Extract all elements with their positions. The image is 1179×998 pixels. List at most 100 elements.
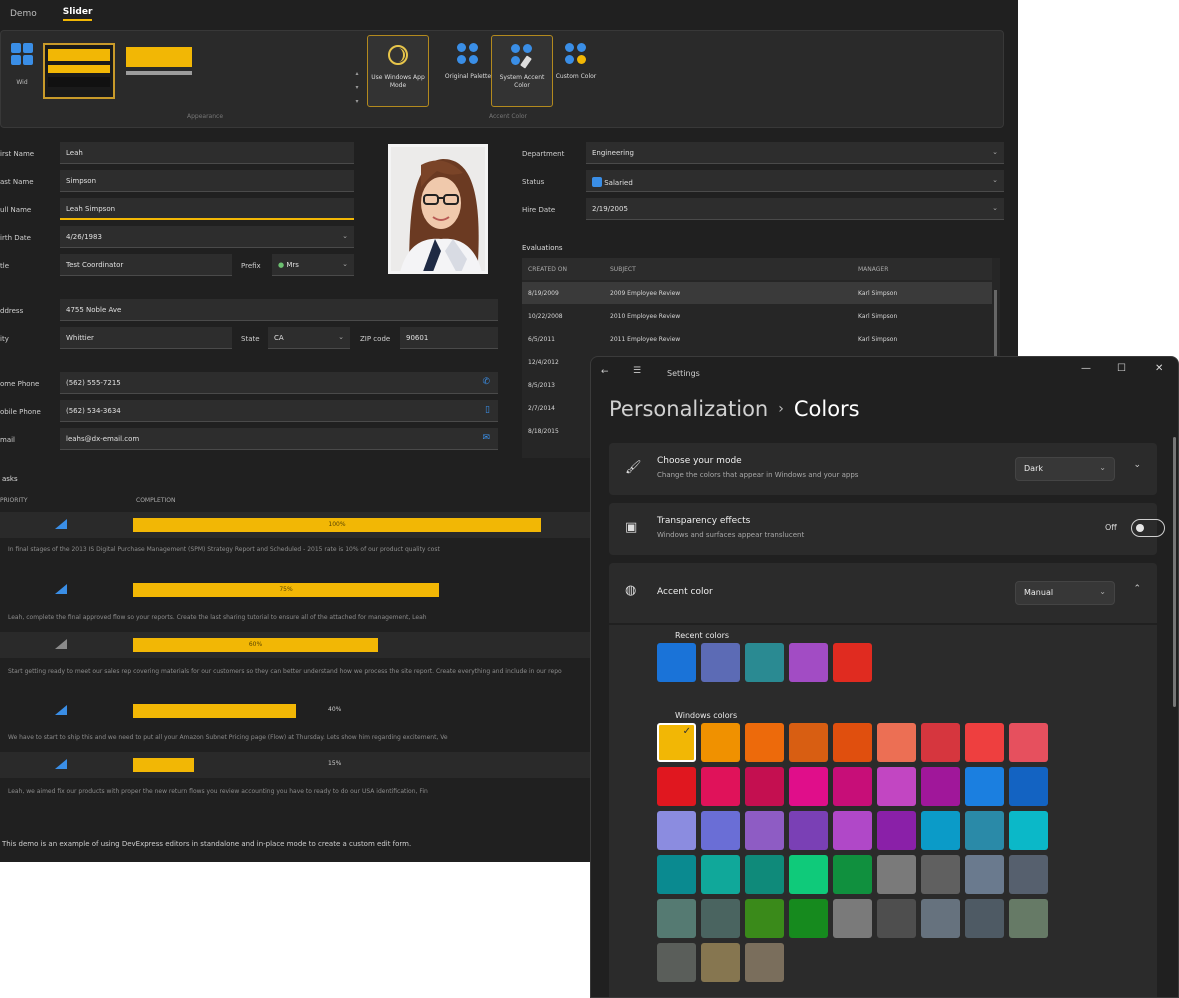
col-subject[interactable]: SUBJECT (610, 266, 636, 273)
windows-color-swatch[interactable] (701, 811, 740, 850)
close-icon[interactable]: ✕ (1155, 363, 1163, 374)
mobile-icon[interactable]: ▯ (485, 405, 490, 415)
windows-color-swatch[interactable] (657, 811, 696, 850)
windows-color-swatch[interactable] (877, 723, 916, 762)
full-name-field[interactable]: Leah Simpson (60, 198, 354, 220)
table-row[interactable]: 8/19/2009 2009 Employee Review Karl Simpso… (522, 282, 992, 304)
windows-color-swatch[interactable] (833, 855, 872, 894)
windows-color-swatch[interactable] (965, 767, 1004, 806)
chevron-down-icon[interactable]: ⌄ (342, 232, 348, 240)
palette-expand[interactable]: ▾ (353, 95, 361, 109)
windows-color-swatch[interactable] (789, 811, 828, 850)
windows-color-swatch[interactable] (833, 899, 872, 938)
use-windows-app-mode-button[interactable]: Use Windows App Mode (367, 35, 429, 107)
home-phone-field[interactable]: (562) 555-7215 ✆ (60, 372, 498, 394)
windows-color-swatch[interactable] (657, 767, 696, 806)
task-row[interactable]: 40% (0, 698, 590, 724)
windows-color-swatch[interactable] (745, 943, 784, 982)
state-field[interactable]: CA ⌄ (268, 327, 350, 349)
accent-color-card[interactable]: ◍ Accent color Manual ⌄ ⌃ (609, 563, 1157, 623)
chevron-down-icon[interactable]: ⌄ (992, 148, 998, 156)
col-created-on[interactable]: CREATED ON (528, 266, 567, 273)
mobile-phone-field[interactable]: (562) 534-3634 ▯ (60, 400, 498, 422)
task-row[interactable]: 100% (0, 512, 590, 538)
transparency-card[interactable]: ▣ Transparency effects Windows and surfa… (609, 503, 1165, 555)
windows-color-swatch[interactable] (921, 811, 960, 850)
windows-color-swatch[interactable] (745, 899, 784, 938)
windows-color-swatch[interactable] (921, 767, 960, 806)
recent-color-swatch[interactable] (833, 643, 872, 682)
windows-color-swatch[interactable] (657, 855, 696, 894)
windows-color-swatch[interactable] (789, 723, 828, 762)
task-row[interactable]: 15% (0, 752, 590, 778)
windows-color-swatch[interactable] (789, 855, 828, 894)
col-priority[interactable]: PRIORITY (0, 497, 28, 504)
city-field[interactable]: Whittier (60, 327, 232, 349)
custom-color-button[interactable]: Custom Color (545, 35, 607, 107)
status-field[interactable]: Salaried ⌄ (586, 170, 1004, 192)
windows-color-swatch[interactable] (1009, 767, 1048, 806)
windows-color-swatch[interactable] (1009, 723, 1048, 762)
windows-color-swatch[interactable] (921, 855, 960, 894)
email-field[interactable]: leahs@dx-email.com ✉ (60, 428, 498, 450)
maximize-icon[interactable]: ☐ (1117, 363, 1126, 374)
grid-scrollbar[interactable] (994, 290, 997, 360)
table-row[interactable]: 10/22/2008 2010 Employee Review Karl Simps… (522, 305, 992, 327)
back-arrow-icon[interactable]: ← (601, 367, 609, 377)
address-field[interactable]: 4755 Noble Ave (60, 299, 498, 321)
original-palette-button[interactable]: Original Palette (437, 35, 499, 107)
choose-mode-card[interactable]: 🖌︎ Choose your mode Change the colors th… (609, 443, 1157, 495)
department-field[interactable]: Engineering ⌄ (586, 142, 1004, 164)
windows-color-swatch[interactable]: ✓ (657, 723, 696, 762)
palette-scroll-up[interactable]: ▴ (353, 67, 361, 81)
title-field[interactable]: Test Coordinator (60, 254, 232, 276)
tab-demo[interactable]: Demo (10, 9, 37, 19)
zip-field[interactable]: 90601 (400, 327, 498, 349)
windows-color-swatch[interactable] (1009, 811, 1048, 850)
windows-color-swatch[interactable] (833, 767, 872, 806)
system-accent-color-button[interactable]: System Accent Color (491, 35, 553, 107)
windows-color-swatch[interactable] (701, 855, 740, 894)
recent-color-swatch[interactable] (789, 643, 828, 682)
windows-color-swatch[interactable] (877, 899, 916, 938)
birth-date-field[interactable]: 4/26/1983 ⌄ (60, 226, 354, 248)
mode-dropdown[interactable]: Dark ⌄ (1015, 457, 1115, 481)
windows-color-swatch[interactable] (1009, 899, 1048, 938)
chevron-down-icon[interactable]: ⌄ (1133, 460, 1141, 470)
windows-color-swatch[interactable] (833, 811, 872, 850)
last-name-field[interactable]: Simpson (60, 170, 354, 192)
windows-color-swatch[interactable] (745, 811, 784, 850)
windows-color-swatch[interactable] (1009, 855, 1048, 894)
palette-swatch-2[interactable] (123, 43, 195, 99)
palette-scroll-buttons[interactable]: ▴ ▾ ▾ (353, 67, 361, 109)
palette-swatch-1[interactable] (43, 43, 115, 99)
windows-color-swatch[interactable] (745, 767, 784, 806)
chevron-up-icon[interactable]: ⌃ (1133, 584, 1141, 594)
windows-color-swatch[interactable] (965, 855, 1004, 894)
windows-color-swatch[interactable] (921, 899, 960, 938)
windows-color-swatch[interactable] (789, 899, 828, 938)
tab-slider[interactable]: Slider (62, 7, 93, 21)
windows-color-swatch[interactable] (745, 723, 784, 762)
recent-color-swatch[interactable] (701, 643, 740, 682)
chevron-down-icon[interactable]: ⌄ (992, 204, 998, 212)
recent-color-swatch[interactable] (657, 643, 696, 682)
hamburger-menu-icon[interactable]: ☰ (633, 366, 641, 376)
windows-color-swatch[interactable] (965, 723, 1004, 762)
windows-color-swatch[interactable] (745, 855, 784, 894)
chevron-down-icon[interactable]: ⌄ (342, 260, 348, 268)
table-row[interactable]: 6/5/2011 2011 Employee Review Karl Simpson (522, 328, 992, 350)
prefix-field[interactable]: ● Mrs ⌄ (272, 254, 354, 276)
windows-color-swatch[interactable] (657, 899, 696, 938)
chevron-down-icon[interactable]: ⌄ (992, 176, 998, 184)
windows-color-swatch[interactable] (701, 767, 740, 806)
chevron-down-icon[interactable]: ⌄ (338, 333, 344, 341)
task-row[interactable]: 75% (0, 577, 590, 603)
windows-color-swatch[interactable] (877, 767, 916, 806)
windows-color-swatch[interactable] (965, 811, 1004, 850)
col-completion[interactable]: COMPLETION (136, 497, 176, 504)
windows-grid-icon[interactable] (11, 43, 33, 65)
col-manager[interactable]: MANAGER (858, 266, 888, 273)
windows-color-swatch[interactable] (657, 943, 696, 982)
phone-icon[interactable]: ✆ (482, 377, 490, 387)
